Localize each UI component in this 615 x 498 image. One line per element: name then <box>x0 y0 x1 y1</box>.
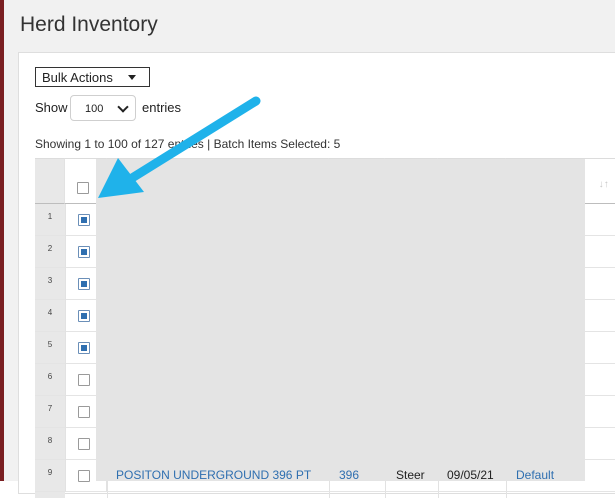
annotation-arrow <box>98 96 261 198</box>
